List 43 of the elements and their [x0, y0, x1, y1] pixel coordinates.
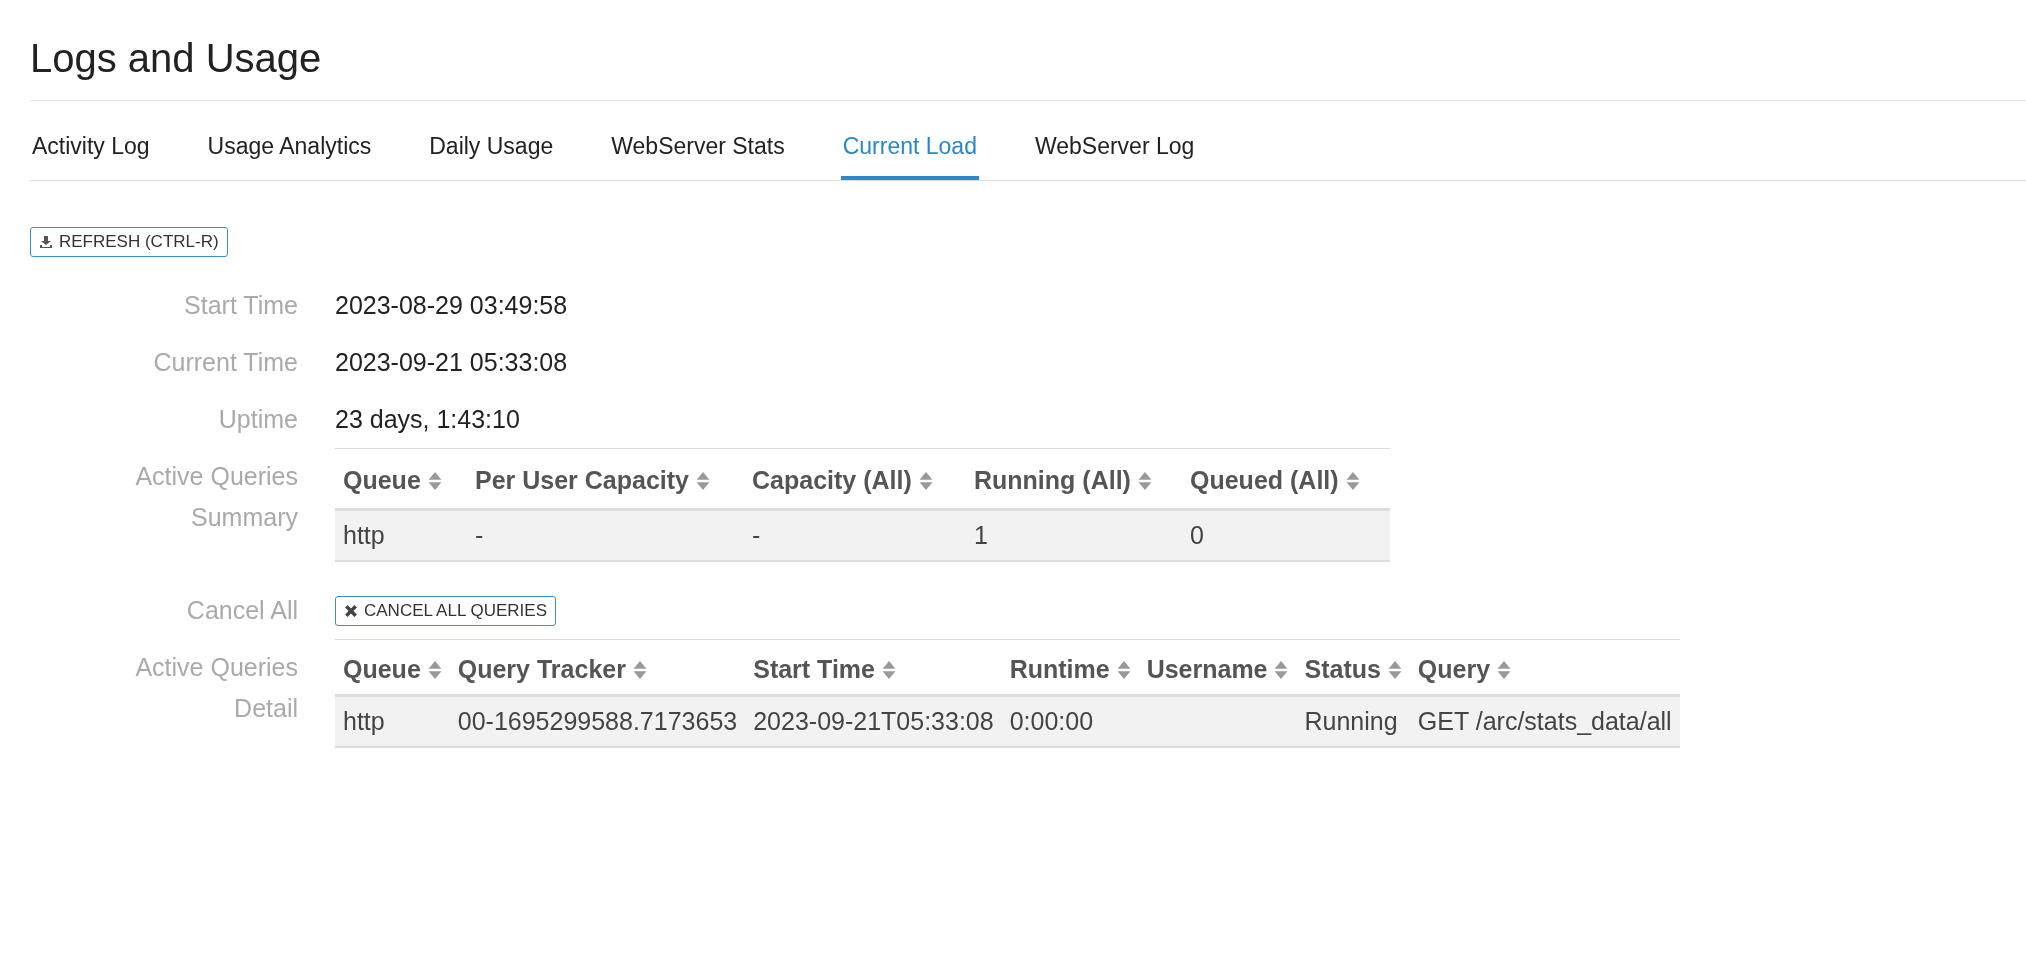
download-icon	[39, 235, 53, 249]
table-cell: 0:00:00	[1009, 707, 1094, 735]
sort-icon	[1387, 661, 1402, 679]
tab[interactable]: WebServer Stats	[609, 115, 787, 180]
table-cell: 00-1695299588.7173653	[457, 707, 738, 735]
sort-icon	[1116, 661, 1131, 679]
sort-icon	[1274, 661, 1289, 679]
table-cell: http	[343, 521, 385, 549]
sort-icon	[881, 661, 896, 679]
tab[interactable]: WebServer Log	[1032, 115, 1197, 180]
sort-icon	[695, 472, 710, 490]
field-label: Active Queries Summary	[134, 461, 298, 533]
field-label: Cancel All	[186, 595, 298, 626]
sort-icon	[1497, 661, 1512, 679]
cancel-all-button[interactable]: CANCEL ALL QUERIES	[335, 595, 556, 626]
sort-icon	[918, 472, 933, 490]
field-label: Uptime	[218, 404, 298, 435]
tab[interactable]: Usage Analytics	[205, 115, 374, 180]
table-cell: Running	[1304, 707, 1398, 735]
field-label: Current Time	[153, 347, 298, 378]
field-value: 23 days, 1:43:10	[335, 405, 520, 434]
table-cell: GET /arc/stats_data/all	[1417, 707, 1672, 735]
table-cell: 0	[1190, 521, 1204, 549]
sort-icon	[427, 472, 442, 490]
table-cell: -	[475, 521, 484, 549]
refresh-button[interactable]: REFRESH (CTRL-R)	[30, 227, 228, 257]
tab[interactable]: Daily Usage	[427, 115, 556, 180]
field-value: 2023-09-21 05:33:08	[335, 348, 568, 377]
sort-icon	[632, 661, 647, 679]
field-label: Start Time	[184, 290, 298, 321]
table-cell: 1	[974, 521, 988, 549]
table-cell: 2023-09-21T05:33:08	[753, 707, 994, 735]
table-cell: -	[752, 521, 761, 549]
sort-icon	[427, 661, 442, 679]
sort-icon	[1137, 472, 1152, 490]
field-value: 2023-08-29 03:49:58	[335, 291, 568, 320]
sort-icon	[1345, 472, 1360, 490]
close-icon	[344, 603, 358, 618]
field-label: Active Queries Detail	[134, 652, 298, 724]
tab[interactable]: Activity Log	[30, 115, 152, 180]
table-cell: http	[343, 707, 385, 735]
tab[interactable]: Current Load	[840, 115, 979, 180]
page-title: Logs and Usage	[30, 0, 2026, 101]
